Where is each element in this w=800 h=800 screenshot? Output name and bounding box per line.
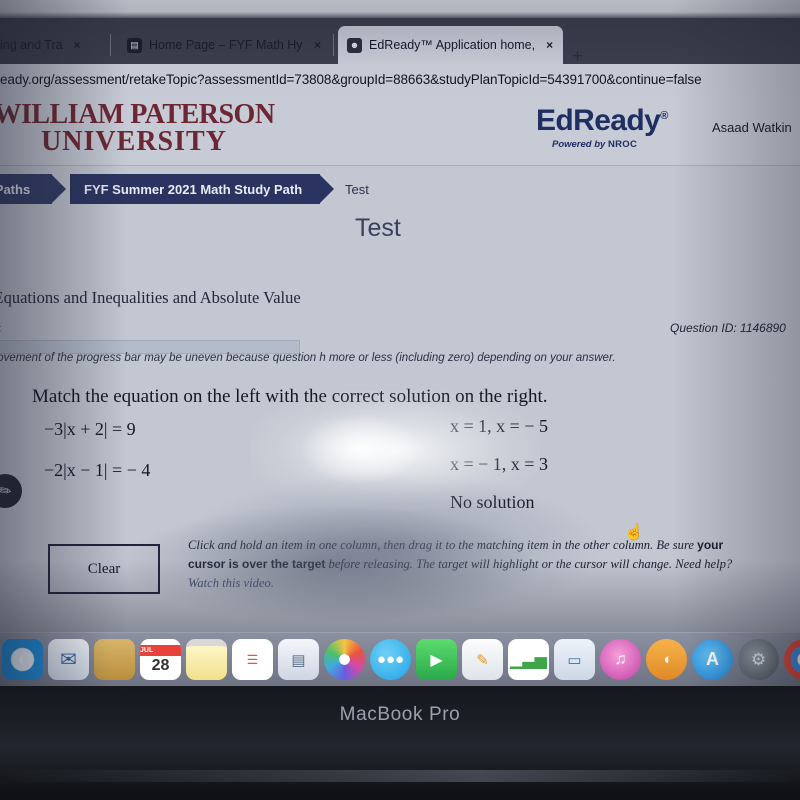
close-icon[interactable]: × [314, 38, 321, 52]
site-header: WILLIAM PATERSON UNIVERSITY EdReady® Pow… [0, 94, 800, 166]
breadcrumb-item-0[interactable]: dy Paths [0, 174, 67, 204]
match-left-item-0[interactable]: −3|x + 2| = 9 [44, 419, 136, 440]
notes-leather-icon[interactable] [94, 639, 135, 680]
chrome-icon[interactable] [784, 639, 800, 680]
topic-name: Equations and Inequalities and Absolute … [0, 288, 301, 307]
screen-glare [300, 414, 420, 484]
keynote-icon[interactable]: ▭ [554, 639, 595, 680]
browser-tab-0[interactable]: reening and Tra × [0, 26, 102, 64]
registered-icon: ® [660, 110, 668, 122]
watch-video-link[interactable]: Watch this video. [188, 576, 274, 590]
address-bar-url: eady.org/assessment/retakeTopic?assessme… [0, 71, 702, 87]
mail-icon[interactable]: ✉ [48, 639, 89, 680]
tab-separator [333, 34, 334, 56]
edready-logo: EdReady® Powered by NROC [536, 106, 696, 151]
topic-line: ic: Equations and Inequalities and Absol… [0, 288, 301, 308]
browser-tab-2-label: EdReady™ Application home, [369, 38, 536, 52]
match-right-item-2[interactable]: No solution [450, 492, 535, 513]
safari-icon[interactable]: ◐ [2, 639, 43, 680]
close-icon[interactable]: × [546, 38, 553, 52]
page-content: WILLIAM PATERSON UNIVERSITY EdReady® Pow… [0, 94, 800, 636]
photos-icon[interactable] [324, 639, 365, 680]
drag-drop-instructions: Click and hold an item in one column, th… [188, 536, 748, 593]
breadcrumb-item-1-label: FYF Summer 2021 Math Study Path [84, 181, 303, 197]
breadcrumb-current: Test [345, 181, 369, 197]
browser-tab-1[interactable]: ▤ Home Page – FYF Math Hybri × [118, 26, 330, 64]
laptop-model-text: MacBook Pro [339, 704, 461, 725]
itunes-icon[interactable]: ♫ [600, 639, 641, 680]
calendar-month: JUL [140, 645, 181, 656]
tagline-brand: NROC [607, 139, 638, 150]
pages-icon[interactable]: ✎ [462, 639, 503, 680]
chevron-right-icon [51, 174, 67, 204]
clear-button[interactable]: Clear [48, 544, 160, 594]
calendar-day: 28 [151, 657, 170, 674]
page-title: Test [355, 214, 401, 242]
tagline-pre: Powered by [552, 139, 608, 150]
reminders-icon[interactable]: ☰ [232, 639, 273, 680]
browser-tab-strip: reening and Tra × ▤ Home Page – FYF Math… [0, 18, 800, 67]
browser-tab-1-label: Home Page – FYF Math Hybri [149, 38, 303, 52]
chevron-right-icon [319, 174, 335, 204]
browser-tab-2[interactable]: ☻ EdReady™ Application home, × [338, 26, 563, 64]
question-id: Question ID: 1146890 [670, 321, 786, 335]
university-logo-line1: WILLIAM PATERSON [0, 99, 275, 130]
progress-label: ress: [0, 321, 2, 337]
app-store-icon[interactable]: A [692, 639, 733, 680]
edready-logo-text: EdReady® [536, 106, 696, 136]
edready-tagline: Powered by NROC [552, 139, 696, 150]
match-right-item-1[interactable]: x = − 1, x = 3 [450, 454, 548, 475]
user-name[interactable]: Asaad Watkin [712, 120, 792, 135]
help-text-part2: before releasing. The target will highli… [325, 557, 733, 572]
laptop-screen: reening and Tra × ▤ Home Page – FYF Math… [0, 0, 800, 636]
question-prompt: Match the equation on the left with the … [32, 386, 548, 407]
browser-tab-0-label: reening and Tra [0, 38, 63, 52]
screen-top-edge [0, 0, 800, 20]
doc-icon: ▤ [127, 37, 142, 53]
ibooks-icon[interactable]: ◖ [646, 639, 687, 680]
numbers-icon[interactable]: ▁▃▅ [508, 639, 549, 680]
breadcrumb: dy Paths FYF Summer 2021 Math Study Path… [0, 174, 800, 204]
tab-separator [110, 34, 111, 56]
university-logo-line2: UNIVERSITY [41, 126, 227, 158]
notes-icon[interactable] [186, 639, 227, 680]
edready-wordmark: EdReady [536, 104, 661, 137]
progress-note: e movement of the progress bar may be un… [0, 352, 616, 364]
system-preferences-icon[interactable]: ⚙ [738, 639, 779, 680]
address-bar[interactable]: eady.org/assessment/retakeTopic?assessme… [0, 64, 800, 94]
laptop-photo: reening and Tra × ▤ Home Page – FYF Math… [0, 0, 800, 800]
match-left-item-1[interactable]: −2|x − 1| = − 4 [44, 460, 150, 481]
pencil-icon: ✎ [0, 480, 16, 502]
university-logo: WILLIAM PATERSON UNIVERSITY [0, 99, 284, 158]
help-text-part1: Click and hold an item in one column, th… [188, 538, 698, 552]
facetime-icon[interactable]: ▶ [416, 639, 457, 680]
macos-dock: ◐ ✉ JUL 28 ☰ ▤ ●●● ▶ ✎ ▁▃▅ ▭ ♫ ◖ A ⚙ [0, 632, 800, 686]
messages-icon[interactable]: ●●● [370, 639, 411, 680]
match-right-item-0[interactable]: x = 1, x = − 5 [450, 416, 548, 437]
contacts-icon[interactable]: ▤ [278, 639, 319, 680]
question-badge: ✎ [0, 474, 22, 508]
face-icon: ☻ [347, 37, 362, 53]
calendar-icon[interactable]: JUL 28 [140, 639, 181, 680]
breadcrumb-item-0-label: dy Paths [0, 181, 31, 197]
breadcrumb-item-1[interactable]: FYF Summer 2021 Math Study Path [70, 174, 335, 204]
close-icon[interactable]: × [74, 38, 81, 52]
